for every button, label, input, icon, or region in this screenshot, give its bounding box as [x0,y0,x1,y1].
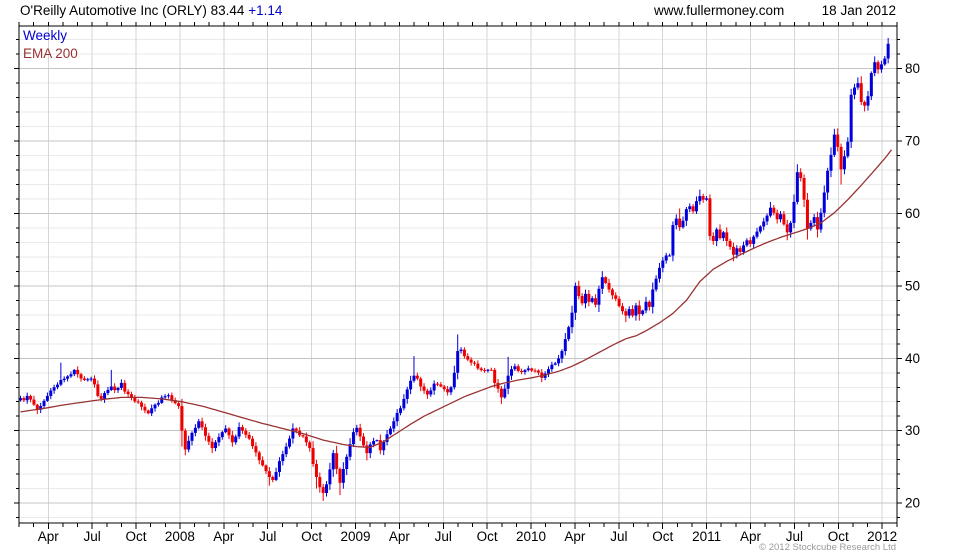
svg-text:Apr: Apr [38,529,60,544]
svg-text:Jul: Jul [259,529,276,544]
chart-legend: Weekly EMA 200 [23,27,78,63]
instrument-name: O'Reilly Automotive Inc (ORLY) [20,3,207,18]
grid-lines [19,26,897,523]
svg-text:20: 20 [905,496,920,511]
price-change: +1.14 [248,3,283,18]
svg-text:2010: 2010 [516,529,546,544]
chart-window: O'Reilly Automotive Inc (ORLY) 83.44 +1.… [0,0,980,560]
y-axis-labels: 20 30 40 50 60 70 80 [905,61,920,510]
page-title: O'Reilly Automotive Inc (ORLY) 83.44 +1.… [20,3,282,18]
svg-text:70: 70 [905,134,920,149]
price-chart: 20 30 40 50 60 70 80 Apr Jul Oct 2008 Apr Jul Oct 2009… [14,22,920,544]
svg-text:2009: 2009 [340,529,370,544]
svg-text:Jul: Jul [84,529,101,544]
svg-text:Oct: Oct [126,529,147,544]
svg-text:60: 60 [905,206,920,221]
ema-line [20,149,893,449]
svg-text:30: 30 [905,423,920,438]
legend-series-weekly: Weekly [23,28,68,43]
svg-text:Jul: Jul [435,529,452,544]
legend-ema-200: EMA 200 [23,46,78,61]
website-label: www.fullermoney.com [654,3,785,18]
svg-text:Apr: Apr [389,529,411,544]
svg-text:Jul: Jul [610,529,627,544]
svg-text:2011: 2011 [692,529,721,544]
plot-border [18,25,898,524]
last-price: 83.44 [210,3,245,18]
svg-text:50: 50 [905,278,920,293]
svg-text:Apr: Apr [564,529,586,544]
svg-text:40: 40 [905,351,920,366]
svg-text:Apr: Apr [213,529,235,544]
svg-text:Oct: Oct [301,529,322,544]
candlestick-series [19,37,890,501]
copyright-notice: © 2012 Stockcube Research Ltd [759,542,896,553]
svg-text:80: 80 [905,61,920,76]
svg-text:Oct: Oct [652,529,673,544]
svg-text:2008: 2008 [165,529,195,544]
svg-text:Oct: Oct [477,529,498,544]
date-label: 18 Jan 2012 [821,3,896,18]
